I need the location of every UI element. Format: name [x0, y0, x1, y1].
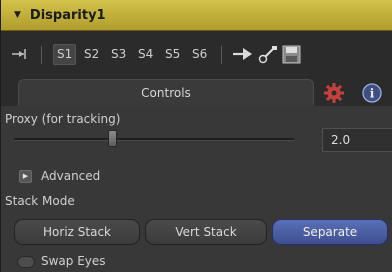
vert-stack-button[interactable]: Vert Stack: [145, 219, 267, 245]
swap-eyes-label[interactable]: Swap Eyes: [41, 254, 106, 268]
separate-button[interactable]: Separate: [272, 219, 388, 245]
advanced-label[interactable]: Advanced: [41, 169, 100, 183]
gear-icon[interactable]: [323, 82, 345, 104]
arrow-right-icon[interactable]: [232, 45, 256, 63]
tool-panel: ▼ Disparity1 S1 S2 S3 S4 S5 S6 Controls …: [0, 0, 392, 272]
pick-tool-icon[interactable]: [257, 45, 279, 65]
collapse-triangle-icon[interactable]: ▼: [14, 10, 21, 20]
toolbar: S1 S2 S3 S4 S5 S6: [1, 42, 392, 68]
slot-s3[interactable]: S3: [108, 44, 129, 65]
swap-eyes-checkbox[interactable]: [17, 256, 35, 268]
advanced-expand-icon[interactable]: ▶: [19, 170, 32, 183]
tool-title: Disparity1: [29, 7, 106, 23]
save-settings-icon[interactable]: [282, 45, 302, 65]
slot-s4[interactable]: S4: [135, 44, 156, 65]
slot-s2[interactable]: S2: [81, 44, 102, 65]
toolbar-separator: [41, 46, 42, 64]
tool-header[interactable]: ▼ Disparity1: [1, 0, 392, 31]
tab-bar: Controls i: [1, 79, 392, 107]
toolbar-separator: [221, 46, 222, 64]
slot-s6[interactable]: S6: [189, 44, 210, 65]
svg-text:i: i: [370, 87, 375, 101]
proxy-slider-track[interactable]: [14, 138, 294, 141]
info-icon[interactable]: i: [361, 82, 383, 104]
proxy-slider-thumb[interactable]: [108, 130, 117, 147]
slot-s5[interactable]: S5: [162, 44, 183, 65]
proxy-value-field[interactable]: 2.0: [322, 128, 392, 152]
proxy-label: Proxy (for tracking): [5, 112, 121, 126]
stack-mode-label: Stack Mode: [5, 194, 75, 208]
horiz-stack-button[interactable]: Horiz Stack: [14, 219, 140, 245]
slot-s1[interactable]: S1: [53, 44, 77, 65]
tab-controls[interactable]: Controls: [18, 79, 314, 107]
pin-icon[interactable]: [11, 47, 31, 61]
